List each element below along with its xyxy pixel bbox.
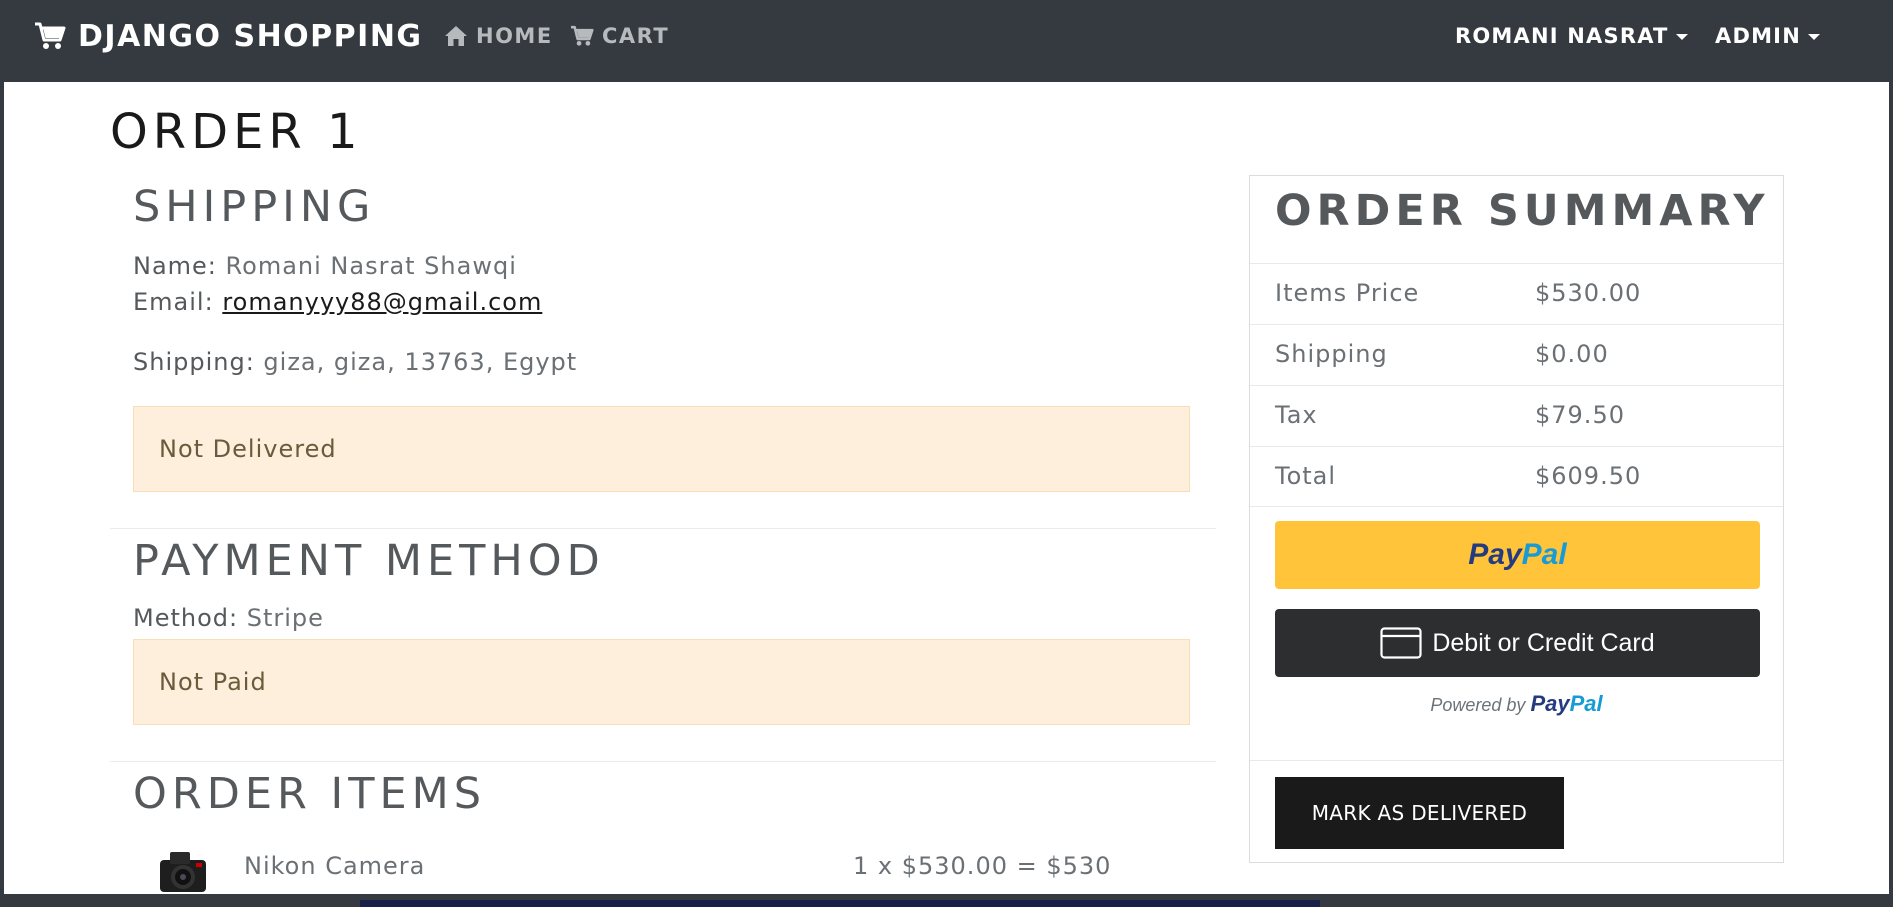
admin-menu-label: ADMIN xyxy=(1715,24,1801,48)
item-price-calc: 1 x $530.00 = $530 xyxy=(853,852,1112,880)
section-divider xyxy=(110,528,1216,529)
paypal-button[interactable]: Pay Pal xyxy=(1275,521,1760,589)
brand-link[interactable]: DJANGO SHOPPING xyxy=(34,16,423,56)
main-content: ORDER 1 SHIPPING Name: Romani Nasrat Sha… xyxy=(4,82,1889,894)
summary-label: Shipping xyxy=(1275,340,1388,368)
order-summary-card: ORDER SUMMARY Items Price $530.00 Shippi… xyxy=(1249,175,1784,863)
order-items-heading: ORDER ITEMS xyxy=(133,769,487,819)
summary-value: $530.00 xyxy=(1535,279,1642,307)
summary-label: Total xyxy=(1275,462,1337,490)
order-summary-heading: ORDER SUMMARY xyxy=(1275,186,1770,236)
item-name-link[interactable]: Nikon Camera xyxy=(244,852,425,880)
summary-label: Tax xyxy=(1275,401,1318,429)
address-value: giza, giza, 13763, Egypt xyxy=(263,348,578,376)
credit-card-icon xyxy=(1380,627,1422,659)
shipping-heading: SHIPPING xyxy=(133,182,376,232)
name-label: Name: xyxy=(133,252,217,280)
shopping-cart-icon xyxy=(35,22,66,49)
cart-icon xyxy=(571,25,594,46)
summary-row-tax: Tax $79.50 xyxy=(1250,385,1783,446)
delivery-status-alert: Not Delivered xyxy=(133,406,1190,492)
camera-image xyxy=(156,846,212,894)
navbar: DJANGO SHOPPING HOME CART ROMANI NASRAT … xyxy=(0,0,1893,82)
method-value: Stripe xyxy=(246,604,324,632)
summary-label: Items Price xyxy=(1275,279,1420,307)
bottom-edge xyxy=(0,894,1893,907)
powered-by-paypal: Powered by PayPal xyxy=(1250,691,1783,717)
paypal-logo-pay: Pay xyxy=(1468,538,1522,571)
shipping-email: Email: romanyyy88@gmail.com xyxy=(133,288,542,316)
taskbar-strip xyxy=(360,900,1320,907)
card-button-label: Debit or Credit Card xyxy=(1432,628,1655,657)
paypal-logo-pal: Pal xyxy=(1521,538,1567,571)
summary-row-total: Total $609.50 xyxy=(1250,446,1783,507)
paypal-logo-pay: Pay xyxy=(1530,691,1570,716)
mark-as-delivered-button[interactable]: MARK AS DELIVERED xyxy=(1275,777,1564,849)
admin-menu-dropdown[interactable]: ADMIN xyxy=(1715,20,1820,52)
summary-row-shipping: Shipping $0.00 xyxy=(1250,324,1783,385)
brand-text: DJANGO SHOPPING xyxy=(78,18,423,54)
payment-method: Method: Stripe xyxy=(133,604,324,632)
caret-down-icon xyxy=(1675,34,1688,40)
email-label: Email: xyxy=(133,288,214,316)
nav-cart-label: CART xyxy=(602,24,670,48)
user-menu-dropdown[interactable]: ROMANI NASRAT xyxy=(1455,20,1688,52)
paypal-logo-pal: Pal xyxy=(1569,691,1603,716)
page-title: ORDER 1 xyxy=(110,104,363,160)
user-menu-label: ROMANI NASRAT xyxy=(1455,24,1669,48)
nav-home-link[interactable]: HOME xyxy=(444,20,553,52)
nav-home-label: HOME xyxy=(476,24,553,48)
powered-by-text: Powered by xyxy=(1430,695,1526,715)
payment-heading: PAYMENT METHOD xyxy=(133,536,605,586)
payment-status-alert: Not Paid xyxy=(133,639,1190,725)
caret-down-icon xyxy=(1807,34,1820,40)
summary-value: $609.50 xyxy=(1535,462,1642,490)
name-value: Romani Nasrat Shawqi xyxy=(225,252,517,280)
address-label: Shipping: xyxy=(133,348,255,376)
debit-credit-card-button[interactable]: Debit or Credit Card xyxy=(1275,609,1760,677)
home-icon xyxy=(445,26,467,46)
method-label: Method: xyxy=(133,604,239,632)
card-divider xyxy=(1250,760,1783,761)
summary-row-items-price: Items Price $530.00 xyxy=(1250,263,1783,324)
shipping-name: Name: Romani Nasrat Shawqi xyxy=(133,252,517,280)
shipping-address: Shipping: giza, giza, 13763, Egypt xyxy=(133,348,577,376)
section-divider xyxy=(110,761,1216,762)
summary-value: $79.50 xyxy=(1535,401,1625,429)
summary-value: $0.00 xyxy=(1535,340,1609,368)
email-link[interactable]: romanyyy88@gmail.com xyxy=(222,288,542,316)
nav-cart-link[interactable]: CART xyxy=(570,20,669,52)
